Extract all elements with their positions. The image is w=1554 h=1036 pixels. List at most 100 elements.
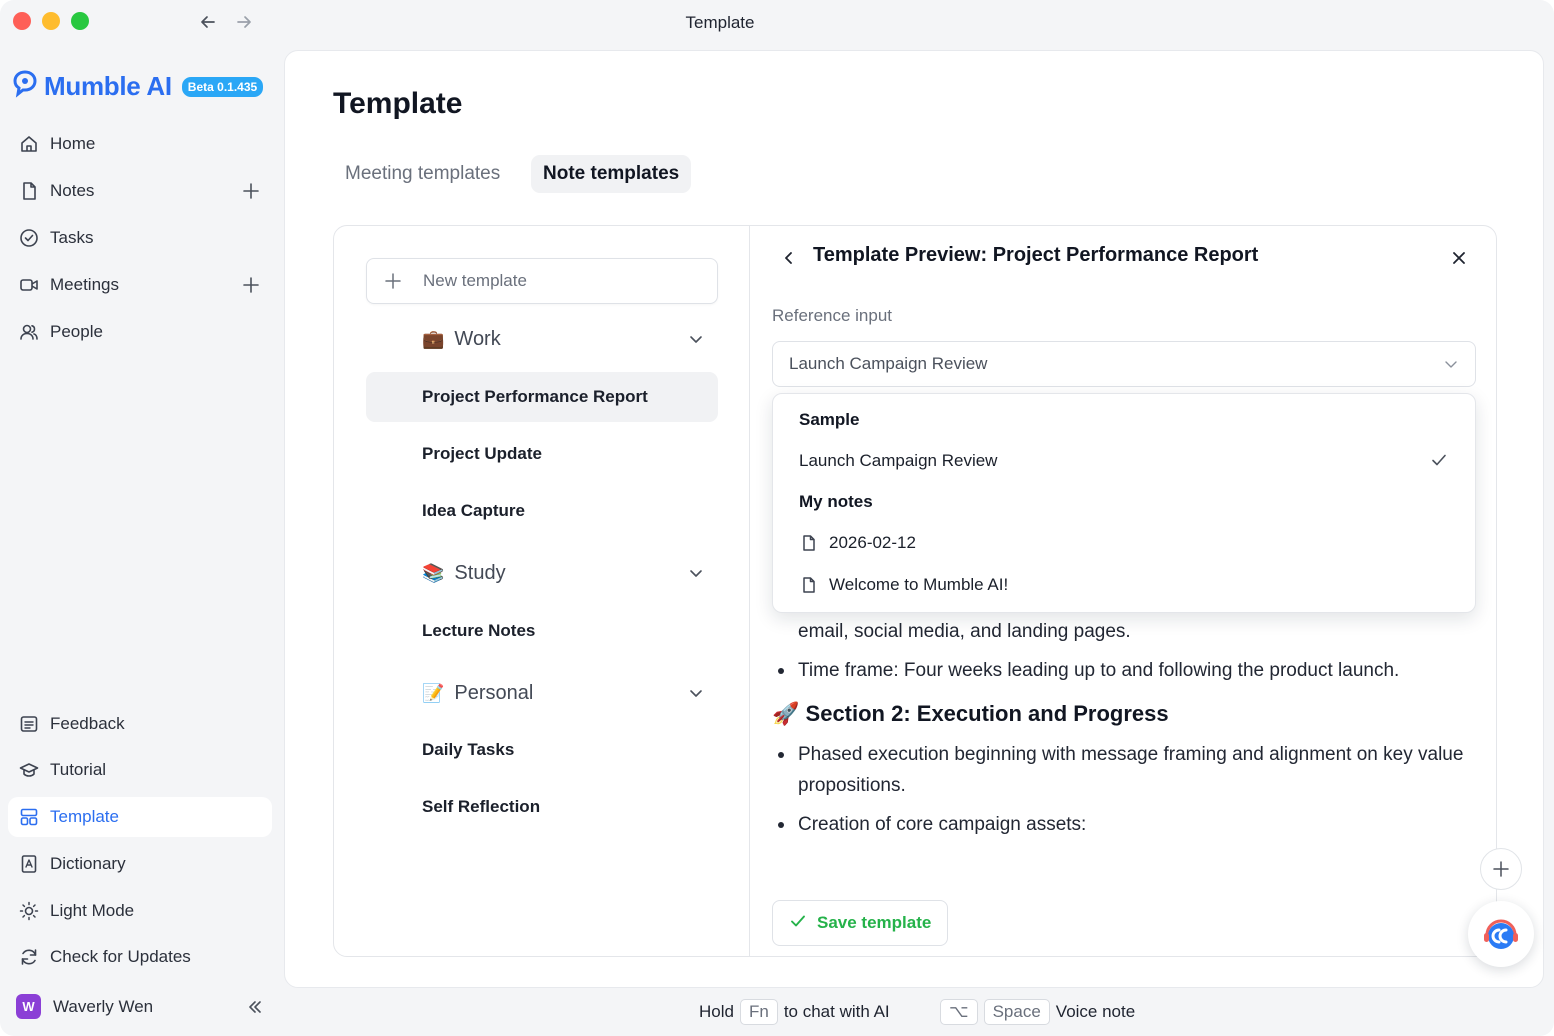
reference-dropdown: Sample Launch Campaign Review My notes 2…: [772, 393, 1476, 613]
check-circle-icon: [18, 227, 40, 249]
group-study[interactable]: 📚 Study: [422, 555, 706, 591]
space-key: Space: [983, 999, 1050, 1025]
main-panel: Template Meeting templates Note template…: [284, 50, 1544, 988]
hint-text: Voice note: [1055, 1002, 1136, 1021]
plus-icon: [383, 271, 403, 291]
checkmark-icon: [1429, 450, 1449, 470]
brand-name: Mumble AI: [44, 71, 172, 101]
list-item: Creation of core campaign assets:: [772, 809, 1472, 840]
option-key: ⌥: [940, 999, 978, 1025]
chevron-down-icon: [1441, 354, 1461, 374]
sidebar-item-template[interactable]: Template: [8, 797, 272, 837]
content-line: email, social media, and landing pages.: [798, 621, 1131, 642]
chevron-down-icon: [686, 329, 706, 349]
brand: Mumble AI Beta 0.1.435: [12, 70, 264, 103]
dropdown-option-launch-campaign-review[interactable]: Launch Campaign Review: [799, 451, 997, 471]
document-icon: [799, 575, 819, 595]
template-item-self-reflection[interactable]: Self Reflection: [366, 782, 718, 832]
sidebar-item-notes[interactable]: Notes: [8, 171, 272, 211]
templates-card: New template 💼 Work Project Performance …: [333, 225, 1497, 957]
window-title: Template: [685, 13, 755, 32]
template-icon: [18, 806, 40, 828]
chevron-down-icon: [686, 683, 706, 703]
mumble-logo-icon: [12, 70, 38, 103]
chevron-left-icon[interactable]: [777, 246, 801, 270]
sidebar-item-label: Feedback: [50, 714, 125, 733]
app-window: Template Mumble AI Beta 0.1.435 Home Not…: [0, 0, 1554, 1036]
new-template-label: New template: [423, 271, 527, 290]
tab-meeting-templates[interactable]: Meeting templates: [333, 155, 512, 193]
reference-input-value: Launch Campaign Review: [789, 354, 988, 373]
ai-assistant-icon: [1484, 919, 1518, 949]
add-note-icon[interactable]: [240, 180, 262, 202]
page-title: Template: [333, 87, 463, 120]
sidebar-item-tasks[interactable]: Tasks: [8, 218, 272, 258]
version-badge: Beta 0.1.435: [181, 76, 264, 97]
dropdown-option-note[interactable]: Welcome to Mumble AI!: [799, 575, 1008, 595]
sidebar-item-tutorial[interactable]: Tutorial: [8, 750, 272, 790]
dropdown-heading-sample: Sample: [799, 410, 860, 429]
sidebar-item-dictionary[interactable]: Dictionary: [8, 844, 272, 884]
chat-shortcut-hint: Hold Fn to chat with AI: [699, 998, 890, 1026]
dropdown-option-note[interactable]: 2026-02-12: [799, 533, 916, 553]
template-list: New template 💼 Work Project Performance …: [334, 226, 750, 956]
sidebar-item-label: Tasks: [50, 228, 94, 247]
check-icon: [789, 912, 807, 935]
rocket-icon: 🚀: [772, 701, 800, 726]
option-label: Launch Campaign Review: [799, 451, 998, 470]
content-fade: [772, 868, 1472, 892]
sidebar-item-feedback[interactable]: Feedback: [8, 704, 272, 744]
refresh-icon: [18, 946, 40, 968]
list-item: Time frame: Four weeks leading up to and…: [772, 655, 1472, 686]
template-item-daily-tasks[interactable]: Daily Tasks: [366, 725, 718, 775]
new-template-button[interactable]: New template: [366, 258, 718, 304]
list-item: Phased execution beginning with message …: [772, 739, 1472, 801]
dropdown-heading-my-notes: My notes: [799, 492, 873, 511]
option-label: Welcome to Mumble AI!: [829, 575, 1009, 594]
sidebar-item-home[interactable]: Home: [8, 124, 272, 164]
preview-content: email, social media, and landing pages. …: [772, 616, 1472, 892]
home-icon: [18, 133, 40, 155]
sidebar-item-label: Notes: [50, 181, 95, 200]
hint-text: Hold: [699, 1002, 734, 1021]
sidebar-item-check-updates[interactable]: Check for Updates: [8, 937, 272, 977]
template-item-lecture-notes[interactable]: Lecture Notes: [366, 606, 718, 656]
people-icon: [18, 321, 40, 343]
sidebar-item-label: Dictionary: [50, 854, 126, 873]
preview-title: Template Preview: Project Performance Re…: [813, 244, 1259, 266]
save-template-button[interactable]: Save template: [772, 900, 949, 946]
template-item-project-update[interactable]: Project Update: [366, 429, 718, 479]
group-personal[interactable]: 📝 Personal: [422, 675, 706, 711]
template-preview: Template Preview: Project Performance Re…: [751, 226, 1496, 956]
chevron-down-icon: [686, 563, 706, 583]
close-icon[interactable]: [1447, 246, 1471, 270]
sidebar-item-label: Meetings: [50, 275, 119, 294]
sidebar-item-label: Light Mode: [50, 901, 135, 920]
dictionary-icon: [18, 853, 40, 875]
briefcase-icon: 💼: [422, 328, 445, 349]
fn-key: Fn: [739, 999, 778, 1025]
option-label: 2026-02-12: [829, 533, 916, 552]
sidebar-item-meetings[interactable]: Meetings: [8, 265, 272, 305]
template-item-idea-capture[interactable]: Idea Capture: [366, 486, 718, 536]
sidebar-item-light-mode[interactable]: Light Mode: [8, 891, 272, 931]
hint-text: to chat with AI: [783, 1002, 890, 1021]
memo-icon: 📝: [422, 682, 445, 703]
save-template-label: Save template: [817, 913, 932, 932]
add-floating-button[interactable]: [1480, 848, 1522, 890]
video-icon: [18, 274, 40, 296]
ai-assistant-button[interactable]: [1468, 901, 1534, 967]
add-meeting-icon[interactable]: [240, 274, 262, 296]
template-item-project-performance-report[interactable]: Project Performance Report: [366, 372, 718, 422]
sidebar-item-people[interactable]: People: [8, 312, 272, 352]
reference-input-select[interactable]: Launch Campaign Review: [772, 341, 1476, 387]
sidebar-item-label: Home: [50, 134, 96, 153]
reference-input-label: Reference input: [772, 306, 893, 325]
group-work[interactable]: 💼 Work: [422, 321, 706, 357]
books-icon: 📚: [422, 562, 445, 583]
tab-note-templates[interactable]: Note templates: [531, 155, 692, 193]
sidebar-item-label: Template: [50, 807, 119, 826]
sidebar-item-label: Tutorial: [50, 760, 107, 779]
shortcut-footer: Hold Fn to chat with AI ⌥ Space Voice no…: [0, 998, 1554, 1028]
sidebar-item-label: People: [50, 322, 103, 341]
